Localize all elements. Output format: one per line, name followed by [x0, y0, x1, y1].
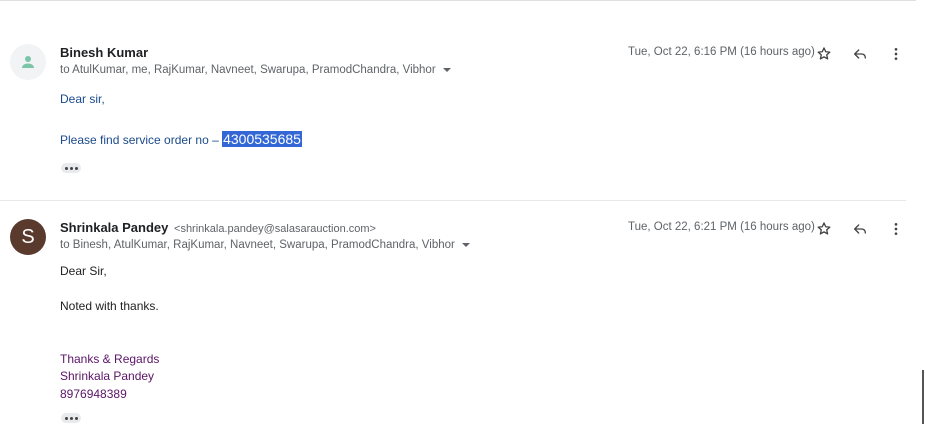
show-trimmed-content-button[interactable] [61, 163, 81, 173]
reply-button[interactable] [848, 217, 872, 241]
greeting-text: Dear sir, [60, 92, 105, 106]
reply-icon [854, 224, 866, 234]
show-details-dropdown[interactable] [461, 243, 470, 247]
selected-order-number[interactable]: 4300535685 [222, 131, 302, 147]
body-line: Please find service order no – 430053568… [60, 131, 302, 147]
ellipsis-icon [64, 416, 68, 420]
recipients-text: to AtulKumar, me, RajKumar, Navneet, Swa… [60, 64, 436, 76]
recipients-line: to Binesh, AtulKumar, RajKumar, Navneet,… [60, 239, 470, 251]
top-divider [0, 0, 916, 3]
signature-closing: Thanks & Regards [60, 352, 160, 366]
message-divider [0, 200, 906, 201]
sender-line: Shrinkala Pandey <shrinkala.pandey@salas… [60, 220, 376, 235]
reply-icon [854, 49, 866, 59]
signature-name: Shrinkala Pandey [60, 369, 155, 383]
sender-avatar[interactable] [10, 44, 46, 80]
body-text: Please find service order no – [60, 133, 223, 147]
ellipsis-icon [64, 166, 68, 170]
sender-line: Binesh Kumar [60, 45, 148, 60]
avatar-letter: S [21, 225, 35, 248]
sender-email: <shrinkala.pandey@salasarauction.com> [174, 223, 376, 235]
person-icon [22, 56, 34, 68]
more-options-button[interactable] [884, 42, 908, 66]
show-trimmed-content-button[interactable] [61, 413, 81, 423]
recipients-text: to Binesh, AtulKumar, RajKumar, Navneet,… [60, 239, 455, 251]
message-date: Tue, Oct 22, 6:16 PM (16 hours ago) [628, 46, 815, 58]
scrollbar-edge[interactable] [922, 370, 924, 424]
sender-name[interactable]: Binesh Kumar [60, 45, 148, 60]
sender-name[interactable]: Shrinkala Pandey [60, 220, 168, 235]
signature-phone: 8976948389 [60, 387, 127, 401]
star-button[interactable] [812, 42, 836, 66]
star-icon [817, 47, 831, 60]
greeting-text: Dear Sir, [60, 264, 107, 278]
star-button[interactable] [812, 217, 836, 241]
more-vert-icon [894, 223, 898, 235]
reply-button[interactable] [848, 42, 872, 66]
show-details-dropdown[interactable] [442, 68, 451, 72]
star-icon [817, 222, 831, 235]
message-date: Tue, Oct 22, 6:21 PM (16 hours ago) [628, 221, 815, 233]
more-options-button[interactable] [884, 217, 908, 241]
recipients-line: to AtulKumar, me, RajKumar, Navneet, Swa… [60, 64, 451, 76]
sender-avatar[interactable]: S [10, 219, 46, 255]
body-text: Noted with thanks. [60, 299, 159, 313]
more-vert-icon [894, 48, 898, 60]
